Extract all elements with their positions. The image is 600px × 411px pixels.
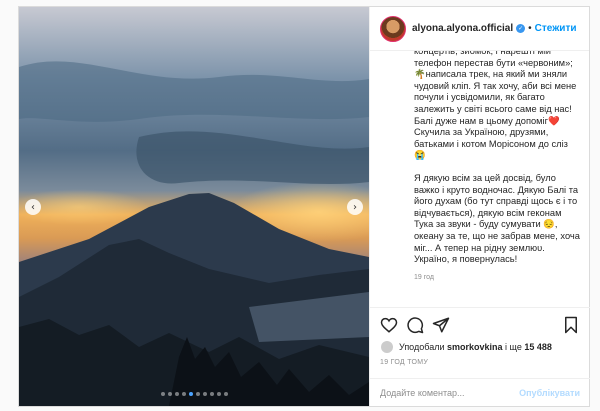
avatar[interactable]: [380, 15, 406, 42]
liker-username-link[interactable]: smorkovkina: [447, 342, 503, 352]
comment-icon[interactable]: [406, 316, 424, 334]
publish-button[interactable]: Опублікувати: [519, 388, 580, 398]
comment-bar: Опублікувати: [370, 378, 590, 406]
caption-paragraph: Я дякую всім за цей досвід, було важко і…: [414, 172, 580, 265]
post-media[interactable]: ‹ ›: [19, 7, 369, 406]
carousel-next-button[interactable]: ›: [347, 199, 363, 215]
carousel-dot: [195, 392, 200, 396]
carousel-dot: [174, 392, 179, 396]
separator-dot: •: [528, 23, 532, 34]
bookmark-icon[interactable]: [562, 316, 580, 334]
chevron-left-icon: ‹: [31, 201, 35, 213]
comment-input[interactable]: [380, 387, 510, 398]
mountain-photo: [19, 7, 369, 406]
caption-time: 19 год: [414, 273, 434, 281]
post-date[interactable]: 19 ГОД ТОМУ: [380, 359, 428, 366]
carousel-dot-active: [188, 392, 193, 396]
caption-scroll[interactable]: концертів, зйомок, і нарешті мій телефон…: [414, 51, 582, 304]
carousel-prev-button[interactable]: ‹: [25, 199, 41, 215]
post-sidebar: alyona.alyona.official ✓ • Стежити конце…: [369, 7, 590, 406]
carousel-dot: [167, 392, 172, 396]
carousel-dot: [223, 392, 228, 396]
follow-button[interactable]: Стежити: [535, 23, 577, 34]
action-bar: [370, 307, 590, 337]
likes-prefix: Уподобали: [399, 342, 445, 352]
verified-badge-icon: ✓: [516, 24, 526, 33]
post-card: ‹ › alyona.alyona.official ✓ • Стежити к…: [18, 6, 590, 407]
post-header: alyona.alyona.official ✓ • Стежити: [370, 7, 589, 51]
carousel-dot: [209, 392, 214, 396]
heart-icon[interactable]: [380, 316, 398, 334]
caption-paragraph: концертів, зйомок, і нарешті мій телефон…: [414, 51, 579, 161]
liker-avatar[interactable]: [380, 340, 394, 354]
carousel-dot: [202, 392, 207, 396]
username-link[interactable]: alyona.alyona.official: [412, 23, 513, 34]
carousel-dot: [216, 392, 221, 396]
carousel-dot: [160, 392, 165, 396]
chevron-right-icon: ›: [353, 201, 357, 213]
likes-middle: і ще: [505, 342, 522, 352]
carousel-indicator: [19, 392, 369, 396]
carousel-dot: [181, 392, 186, 396]
likes-count-link[interactable]: 15 488: [524, 342, 552, 352]
share-icon[interactable]: [432, 316, 450, 334]
likes-summary: Уподобали smorkovkina і ще 15 488: [380, 340, 552, 354]
